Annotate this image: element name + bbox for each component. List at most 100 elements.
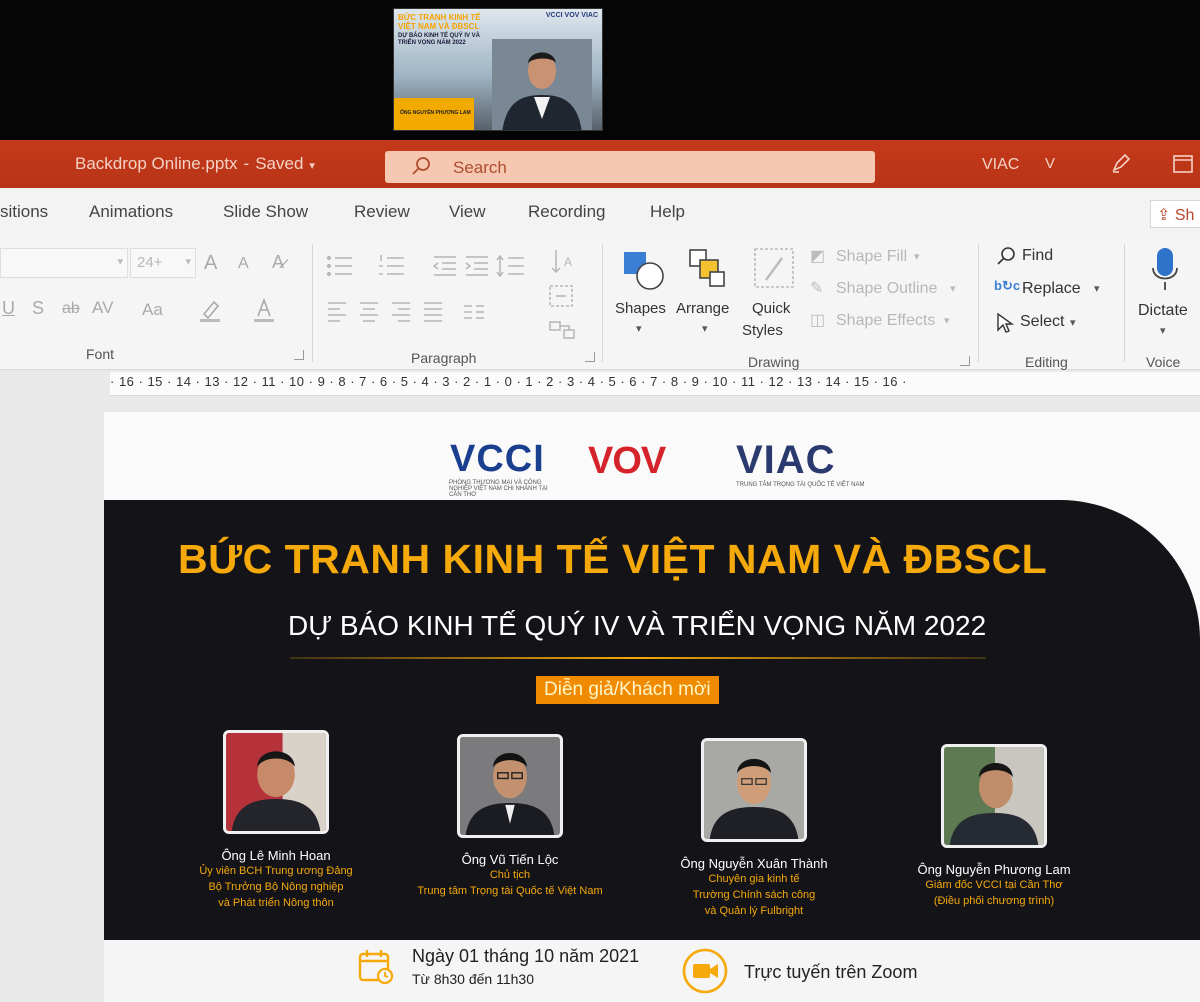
speaker-photo — [941, 744, 1047, 848]
change-case-button[interactable]: Aa — [142, 300, 163, 320]
chevron-down-icon: ▾ — [636, 323, 642, 335]
align-text-icon[interactable] — [548, 284, 582, 308]
calendar-icon — [358, 950, 394, 984]
line-spacing-icon[interactable] — [496, 254, 532, 278]
numbering-icon[interactable] — [378, 254, 418, 278]
dictate-button[interactable]: Dictate ▾ — [1134, 244, 1198, 344]
account-name[interactable]: VIAC — [982, 156, 1019, 174]
shapes-button[interactable]: Shapes ▾ — [612, 244, 674, 344]
svg-text:A: A — [564, 255, 572, 269]
ribbon-separator — [978, 244, 979, 362]
align-center-icon[interactable] — [358, 300, 380, 322]
font-color-icon[interactable] — [252, 296, 280, 324]
shadow-button[interactable]: S — [32, 298, 44, 319]
grow-font-button[interactable]: A — [204, 252, 217, 275]
underline-button[interactable]: U — [2, 298, 15, 319]
tab-help[interactable]: Help — [650, 202, 685, 222]
tab-animations[interactable]: Animations — [89, 202, 173, 222]
find-icon — [997, 247, 1015, 265]
ribbon: ▾ 24+ ▾ A A A̷ U S ab AV Aa Font A Parag… — [0, 238, 1200, 370]
strikethrough-button[interactable]: ab — [62, 300, 80, 318]
font-dialog-launcher[interactable] — [294, 350, 304, 360]
chevron-down-icon: ▾ — [914, 251, 920, 263]
chevron-down-icon: ▾ — [702, 323, 708, 335]
select-button[interactable]: Select ▾ — [996, 310, 1096, 336]
find-button[interactable]: Find — [996, 244, 1086, 270]
speaker-role: Chủ tịch — [489, 869, 531, 881]
speaker-role: Chuyên gia kinh tế — [708, 873, 800, 885]
drawing-group-label: Drawing — [748, 354, 800, 370]
ribbon-separator — [602, 244, 603, 362]
cursor-icon — [997, 312, 1014, 333]
find-label: Find — [1022, 247, 1054, 264]
align-left-icon[interactable] — [326, 300, 348, 322]
quick-styles-label-2: Styles — [742, 322, 783, 339]
avatar[interactable]: V — [1045, 155, 1055, 172]
speaker-photo — [701, 738, 807, 842]
coauthor-icon[interactable] — [1110, 152, 1132, 174]
increase-indent-icon[interactable] — [464, 254, 490, 278]
document-title[interactable]: Backdrop Online.pptx - Saved ▾ — [75, 154, 315, 174]
title-separator: - — [243, 154, 250, 173]
file-name: Backdrop Online.pptx — [75, 154, 238, 173]
chevron-down-icon: ▾ — [1160, 325, 1166, 337]
tab-recording[interactable]: Recording — [528, 202, 606, 222]
chevron-down-icon: ▾ — [117, 256, 123, 268]
share-button[interactable]: ⇪ Sh — [1150, 200, 1200, 228]
event-time: Từ 8h30 đến 11h30 — [412, 971, 534, 987]
thumbnail-title: BỨC TRANH KINH TẾ VIỆT NAM VÀ ĐBSCL — [398, 13, 481, 31]
tab-transitions[interactable]: sitions — [0, 202, 48, 222]
clear-formatting-icon[interactable]: A̷ — [272, 252, 284, 273]
shape-effects-button[interactable]: ◫ Shape Effects ▾ — [810, 310, 960, 334]
search-input[interactable]: Search — [385, 151, 875, 183]
replace-button[interactable]: b↻c Replace ▾ — [994, 278, 1114, 304]
chevron-down-icon: ▾ — [185, 256, 191, 268]
slide[interactable]: VCCI PHÒNG THƯƠNG MẠI VÀ CÔNG NGHIỆP VIỆ… — [104, 412, 1200, 1002]
speaker-role: Trường Chính sách công — [692, 889, 816, 901]
speaker-role: Giám đốc VCCI tại Cần Thơ — [925, 879, 1063, 891]
drawing-dialog-launcher[interactable] — [960, 356, 970, 366]
text-direction-icon[interactable]: A — [548, 248, 582, 276]
decrease-indent-icon[interactable] — [432, 254, 458, 278]
editing-group-label: Editing — [1025, 354, 1068, 370]
event-date: Ngày 01 tháng 10 năm 2021 — [412, 946, 640, 966]
shapes-icon — [624, 252, 664, 290]
vov-logo: VOV — [588, 440, 666, 482]
paragraph-group-label: Paragraph — [411, 350, 477, 366]
speaker-role: và Phát triển Nông thôn — [218, 897, 334, 909]
font-size-dropdown[interactable]: 24+ ▾ — [130, 248, 196, 278]
replace-icon: b↻c — [994, 278, 1021, 293]
screen: BỨC TRANH KINH TẾ VIỆT NAM VÀ ĐBSCL DỰ B… — [0, 0, 1200, 1002]
ruler-scale: · 16 · 15 · 14 · 13 · 12 · 11 · 10 · 9 ·… — [110, 374, 907, 389]
quick-styles-button[interactable]: Quick Styles — [740, 244, 806, 344]
smartart-icon[interactable] — [548, 318, 582, 342]
speaker-name: Ông Nguyễn Phương Lam — [917, 862, 1071, 877]
paragraph-dialog-launcher[interactable] — [585, 352, 595, 362]
highlight-icon[interactable] — [198, 296, 226, 324]
justify-icon[interactable] — [422, 300, 444, 322]
speaker-name: Ông Lê Minh Hoan — [221, 848, 331, 863]
voice-group-label: Voice — [1146, 354, 1181, 370]
share-label: Sh — [1174, 207, 1195, 224]
arrange-button[interactable]: Arrange ▾ — [676, 244, 738, 344]
tab-view[interactable]: View — [449, 202, 486, 222]
bullets-icon[interactable] — [326, 254, 366, 278]
align-right-icon[interactable] — [390, 300, 412, 322]
shape-fill-button[interactable]: ◩ Shape Fill ▾ — [810, 246, 960, 270]
thumbnail-name: ÔNG NGUYỄN PHƯƠNG LAM — [400, 110, 471, 116]
character-spacing-button[interactable]: AV — [92, 298, 113, 318]
columns-icon[interactable] — [462, 302, 496, 322]
shrink-font-button[interactable]: A — [238, 255, 249, 273]
shape-outline-button[interactable]: ✎ Shape Outline ▾ — [810, 278, 960, 302]
speaker-name: Ông Nguyễn Xuân Thành — [680, 856, 828, 871]
video-call-thumbnail[interactable]: BỨC TRANH KINH TẾ VIỆT NAM VÀ ĐBSCL DỰ B… — [393, 8, 603, 131]
window-mode-icon[interactable] — [1172, 154, 1194, 174]
slide-logo-band: VCCI PHÒNG THƯƠNG MẠI VÀ CÔNG NGHIỆP VIỆ… — [104, 412, 1200, 502]
speaker-role: Ủy viên BCH Trung ương Đảng — [199, 865, 353, 877]
tab-slide-show[interactable]: Slide Show — [223, 202, 308, 222]
tab-review[interactable]: Review — [354, 202, 410, 222]
horizontal-ruler[interactable]: · 16 · 15 · 14 · 13 · 12 · 11 · 10 · 9 ·… — [110, 372, 1200, 396]
microphone-icon — [1152, 248, 1178, 290]
ribbon-tabs: sitions Animations Slide Show Review Vie… — [0, 188, 1200, 238]
font-name-dropdown[interactable]: ▾ — [0, 248, 128, 278]
